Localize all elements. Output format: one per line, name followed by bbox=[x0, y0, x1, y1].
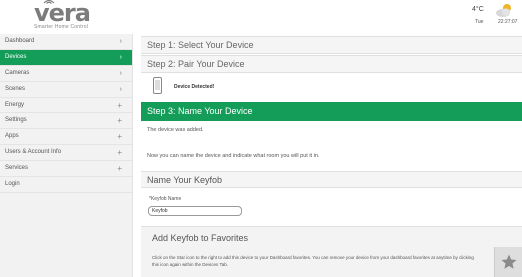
favorites-section: Add Keyfob to Favorites Click on the Sta… bbox=[141, 226, 522, 277]
sidebar-item-label: Energy bbox=[5, 101, 25, 108]
sidebar-item-devices[interactable]: Devices › bbox=[0, 49, 132, 66]
plus-icon: + bbox=[117, 132, 122, 142]
sidebar-item-label: Apps bbox=[5, 133, 19, 140]
logo-tagline: Smarter Home Control bbox=[34, 24, 89, 30]
sidebar-item-label: Dashboard bbox=[5, 38, 35, 44]
sidebar-item-label: Services bbox=[5, 165, 29, 172]
sidebar-item-label: Users & Account Info bbox=[5, 149, 62, 156]
sidebar-item-energy[interactable]: Energy + bbox=[0, 98, 132, 114]
step-1-header[interactable]: Step 1: Select Your Device bbox=[141, 36, 522, 54]
sidebar-nav: Dashboard › Devices › Cameras › Scenes ›… bbox=[0, 34, 133, 277]
keyfob-name-label: *Keyfob Name bbox=[149, 196, 182, 202]
sidebar-item-services[interactable]: Services + bbox=[0, 161, 132, 178]
sidebar-item-login[interactable]: Login bbox=[0, 177, 132, 193]
weather-widget: 4°C Tue 22:27:07 bbox=[460, 2, 522, 28]
header: vera Smarter Home Control 4°C Tue 22:27:… bbox=[0, 0, 522, 34]
sidebar-item-apps[interactable]: Apps + bbox=[0, 129, 132, 146]
chevron-right-icon: › bbox=[119, 85, 122, 93]
add-to-favorites-button[interactable] bbox=[494, 247, 522, 277]
device-added-message: The device was added. bbox=[147, 127, 204, 133]
sidebar-item-label: Devices bbox=[5, 53, 27, 60]
sidebar-item-users-account-info[interactable]: Users & Account Info + bbox=[0, 145, 132, 162]
plus-icon: + bbox=[117, 116, 122, 126]
favorites-title: Add Keyfob to Favorites bbox=[152, 233, 249, 243]
plus-icon: + bbox=[117, 164, 122, 174]
chevron-right-icon: › bbox=[119, 69, 122, 77]
weather-time: 22:27:07 bbox=[498, 19, 518, 25]
step-3-header[interactable]: Step 3: Name Your Device bbox=[141, 102, 522, 121]
sidebar-item-cameras[interactable]: Cameras › bbox=[0, 66, 132, 82]
sidebar-item-dashboard[interactable]: Dashboard › bbox=[0, 34, 132, 50]
logo-wordmark: vera bbox=[34, 0, 91, 27]
temperature: 4°C bbox=[472, 6, 484, 13]
favorites-description: Click on the Star icon to the right to a… bbox=[152, 255, 474, 267]
vera-logo[interactable]: vera Smarter Home Control bbox=[30, 0, 94, 31]
step-2-header[interactable]: Step 2: Pair Your Device bbox=[141, 55, 522, 73]
sidebar-item-label: Settings bbox=[5, 117, 27, 124]
main-content: Step 1: Select Your Device Step 2: Pair … bbox=[141, 34, 522, 277]
sidebar-item-label: Scenes bbox=[5, 85, 26, 92]
sidebar-item-label: Login bbox=[5, 181, 20, 188]
name-section-title: Name Your Keyfob bbox=[141, 171, 522, 188]
chevron-right-icon: › bbox=[119, 38, 122, 45]
sidebar-item-scenes[interactable]: Scenes › bbox=[0, 82, 132, 98]
device-detected-row: Device Detected! bbox=[141, 74, 522, 100]
chevron-right-icon: › bbox=[119, 53, 122, 61]
sidebar-item-settings[interactable]: Settings + bbox=[0, 113, 132, 130]
star-icon bbox=[501, 254, 517, 269]
keyfob-name-input[interactable]: Keyfob bbox=[148, 206, 242, 216]
keyfob-device-icon bbox=[153, 77, 162, 94]
weather-day: Tue bbox=[475, 19, 484, 25]
plus-icon: + bbox=[117, 148, 122, 158]
plus-icon: + bbox=[117, 100, 122, 110]
partly-cloudy-icon bbox=[496, 4, 511, 17]
name-device-instructions: Now you can name the device and indicate… bbox=[147, 153, 320, 159]
sidebar-item-label: Cameras bbox=[5, 69, 30, 76]
device-detected-text: Device Detected! bbox=[174, 84, 215, 90]
